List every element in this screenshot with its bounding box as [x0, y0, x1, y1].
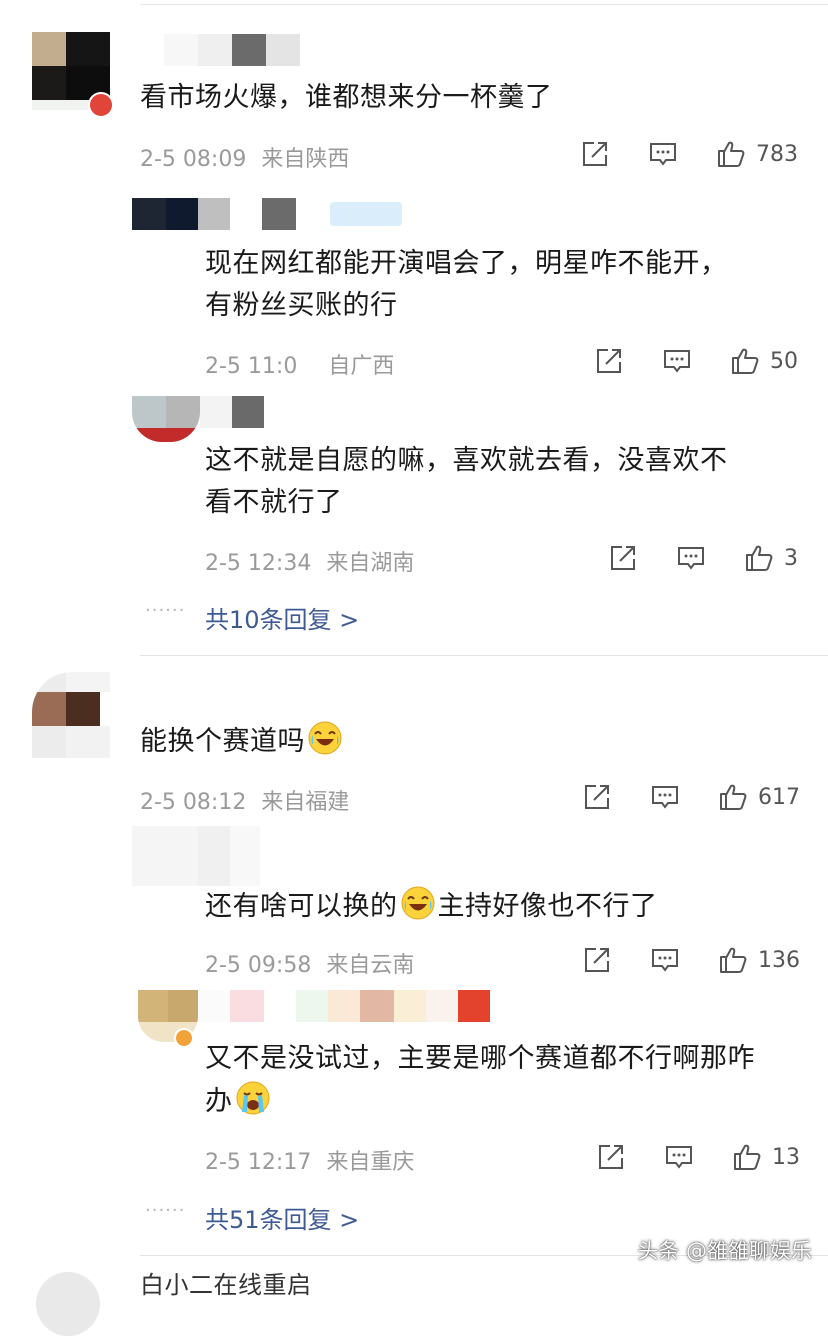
avatar[interactable]: [32, 672, 110, 758]
partial-username[interactable]: 白小二在线重启: [140, 1264, 312, 1306]
crying-emoji-icon: [235, 1080, 271, 1116]
comment-text: 能换个赛道吗: [140, 720, 345, 763]
reply-username-mosaic[interactable]: [198, 990, 490, 1022]
comment-text-content: 能换个赛道吗: [140, 726, 305, 757]
timestamp: 2-5 12:17: [205, 1150, 312, 1175]
like-button[interactable]: 617: [718, 782, 800, 812]
reply-actions: 50: [594, 346, 798, 376]
reply-username-mosaic[interactable]: [132, 198, 296, 230]
thumbs-up-icon: [718, 945, 748, 975]
reply-actions: 3: [608, 543, 798, 573]
share-icon[interactable]: [608, 543, 638, 573]
share-icon[interactable]: [580, 139, 610, 169]
reply-meta: 2-5 09:58 来自云南: [205, 947, 414, 979]
reply-username-mosaic[interactable]: [200, 396, 264, 428]
like-count: 50: [770, 348, 798, 374]
like-count: 13: [772, 1144, 800, 1170]
location: 来自湖南: [326, 551, 415, 576]
reply-text-line: 有粉丝买账的行: [205, 290, 398, 321]
reply-avatar[interactable]: [132, 396, 200, 442]
timestamp: 2-5 08:12: [140, 790, 247, 815]
laugh-cry-emoji-icon: [400, 885, 436, 921]
comment-meta: 2-5 08:09 来自陕西: [140, 141, 349, 173]
timestamp: 2-5 09:58: [205, 953, 312, 978]
like-count: 783: [756, 141, 798, 167]
comment-icon[interactable]: [650, 782, 680, 812]
location: 来自陕西: [261, 147, 350, 172]
share-icon[interactable]: [582, 782, 612, 812]
reply-meta: 2-5 12:34 来自湖南: [205, 545, 414, 577]
share-icon[interactable]: [582, 945, 612, 975]
share-icon[interactable]: [594, 346, 624, 376]
username-mosaic[interactable]: [164, 34, 300, 66]
like-button[interactable]: 136: [718, 945, 800, 975]
avatar[interactable]: [36, 1272, 100, 1336]
reply-actions: 136: [582, 945, 800, 975]
thumbs-up-icon: [744, 543, 774, 573]
share-icon[interactable]: [596, 1142, 626, 1172]
like-count: 617: [758, 784, 800, 810]
timestamp: 2-5 12:34: [205, 551, 312, 576]
reply-text-line: 看不就行了: [205, 487, 343, 518]
comment-actions: 617: [582, 782, 800, 812]
location: 来自福建: [261, 790, 350, 815]
like-count: 3: [784, 545, 798, 571]
more-replies-dots: ······: [145, 600, 186, 621]
comment-icon[interactable]: [676, 543, 706, 573]
more-replies-link[interactable]: 共10条回复 >: [205, 600, 359, 635]
reply-text-line: 又不是没试过，主要是哪个赛道都不行啊那咋: [205, 1043, 755, 1074]
reply-username-mosaic[interactable]: [132, 826, 260, 886]
comment-icon[interactable]: [650, 945, 680, 975]
like-button[interactable]: 50: [730, 346, 798, 376]
reply-text: 这不就是自愿的嘛，喜欢就去看，没喜欢不 看不就行了: [205, 440, 728, 524]
thumbs-up-icon: [716, 139, 746, 169]
like-button[interactable]: 783: [716, 139, 798, 169]
more-replies-link[interactable]: 共51条回复 >: [205, 1200, 359, 1235]
thumbs-up-icon: [730, 346, 760, 376]
reply-text-part: 主持好像也不行了: [437, 891, 658, 922]
reply-actions: 13: [596, 1142, 800, 1172]
comment-icon[interactable]: [648, 139, 678, 169]
reply-meta: 2-5 11:0 自广西: [205, 348, 394, 380]
reply-text: 现在网红都能开演唱会了，明星咋不能开， 有粉丝买账的行: [205, 243, 728, 327]
comment-meta: 2-5 08:12 来自福建: [140, 784, 349, 816]
reply-text-line: 现在网红都能开演唱会了，明星咋不能开，: [205, 248, 728, 279]
location: 来自云南: [326, 953, 415, 978]
comment-divider: [140, 655, 828, 656]
reply-text-line: 办: [205, 1086, 233, 1117]
like-button[interactable]: 3: [744, 543, 798, 573]
watermark: 头条 @雒雒聊娱乐: [637, 1239, 812, 1263]
reply-text: 还有啥可以换的 主持好像也不行了: [205, 885, 658, 928]
reply-text-line: 这不就是自愿的嘛，喜欢就去看，没喜欢不: [205, 445, 728, 476]
comment-icon[interactable]: [662, 346, 692, 376]
like-count: 136: [758, 947, 800, 973]
verified-badge: [174, 1028, 194, 1048]
location: 自广西: [328, 354, 395, 379]
comment-icon[interactable]: [664, 1142, 694, 1172]
fan-level-tag: [330, 202, 402, 226]
reply-meta: 2-5 12:17 来自重庆: [205, 1144, 414, 1176]
top-divider: [140, 4, 828, 5]
timestamp: 2-5 08:09: [140, 147, 247, 172]
verified-badge: [88, 92, 114, 118]
location: 来自重庆: [326, 1150, 415, 1175]
thumbs-up-icon: [718, 782, 748, 812]
like-button[interactable]: 13: [732, 1142, 800, 1172]
more-replies-dots: ······: [145, 1200, 186, 1221]
laugh-cry-emoji-icon: [307, 720, 343, 756]
reply-text: 又不是没试过，主要是哪个赛道都不行啊那咋 办: [205, 1038, 755, 1123]
comment-actions: 783: [580, 139, 798, 169]
comment-text: 看市场火爆，谁都想来分一杯羹了: [140, 82, 553, 113]
timestamp: 2-5 11:0: [205, 354, 298, 379]
reply-text-part: 还有啥可以换的: [205, 891, 398, 922]
thumbs-up-icon: [732, 1142, 762, 1172]
